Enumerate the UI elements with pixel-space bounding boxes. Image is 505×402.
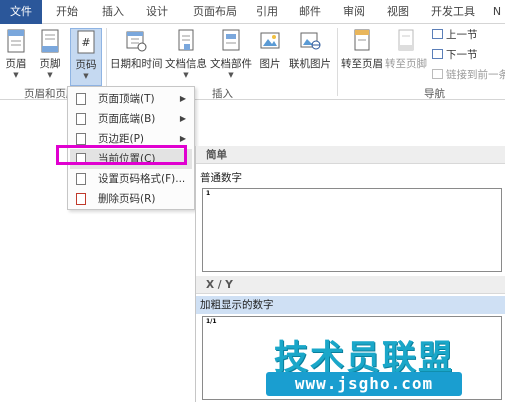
tab-home[interactable]: 开始: [48, 0, 86, 24]
datetime-button[interactable]: 日期和时间: [110, 28, 163, 71]
goto-header-button[interactable]: 转至页眉: [340, 28, 384, 71]
watermark-url: www.jsgho.com: [266, 372, 462, 396]
tab-design[interactable]: 设计: [138, 0, 176, 24]
chevron-down-icon: ▼: [228, 71, 234, 79]
link-previous-button[interactable]: 链接到前一条: [432, 68, 505, 82]
goto-footer-icon: [398, 29, 414, 51]
group-label-insert: 插入: [212, 88, 233, 100]
chevron-right-icon: ▶: [179, 94, 186, 103]
chevron-right-icon: ▶: [179, 114, 186, 123]
annotation-highlight-box: [56, 145, 187, 165]
page-top-icon: [76, 93, 86, 105]
page-bottom-icon: [76, 113, 86, 125]
chevron-down-icon: ▼: [183, 71, 189, 79]
footer-icon: [41, 29, 59, 53]
quick-parts-icon: [222, 29, 240, 51]
chevron-down-icon: ▼: [83, 72, 89, 80]
gallery-section-xy: X / Y: [196, 276, 505, 294]
tab-overflow[interactable]: N: [490, 0, 504, 24]
tab-references[interactable]: 引用: [250, 0, 284, 24]
tab-view[interactable]: 视图: [380, 0, 416, 24]
gallery-item-label: 加粗显示的数字: [196, 296, 505, 314]
goto-footer-button[interactable]: 转至页脚: [384, 28, 428, 71]
page-number-button[interactable]: # 页码 ▼: [70, 28, 102, 86]
tab-page-layout[interactable]: 页面布局: [186, 0, 244, 24]
chevron-down-icon: ▼: [47, 71, 53, 79]
group-label-navigation: 导航: [424, 88, 445, 100]
quick-parts-button[interactable]: 文档部件 ▼: [208, 28, 254, 79]
header-icon: [7, 29, 25, 53]
goto-header-icon: [354, 29, 370, 51]
next-section-icon: [432, 49, 443, 59]
prev-section-button[interactable]: 上一节: [432, 28, 478, 42]
ribbon-tab-bar: 文件 开始 插入 设计 页面布局 引用 邮件 审阅 视图 开发工具 N: [0, 0, 505, 24]
gallery-item-plain-number[interactable]: 1: [202, 188, 502, 272]
document-info-icon: [178, 29, 194, 51]
menu-item-format-page-numbers[interactable]: 设置页码格式(F)...: [70, 169, 192, 189]
gallery-section-simple: 简单: [196, 146, 505, 164]
tab-mailings[interactable]: 邮件: [292, 0, 328, 24]
online-picture-icon: [300, 32, 321, 50]
tab-file[interactable]: 文件: [0, 0, 42, 24]
preview-number: 1/1: [206, 318, 217, 325]
header-button[interactable]: 页眉 ▼: [2, 28, 30, 79]
picture-icon: [260, 32, 280, 49]
next-section-button[interactable]: 下一节: [432, 48, 478, 62]
picture-button[interactable]: 图片: [256, 28, 284, 71]
format-page-numbers-icon: [76, 173, 86, 185]
footer-button[interactable]: 页脚 ▼: [36, 28, 64, 79]
online-picture-button[interactable]: 联机图片: [286, 28, 334, 71]
menu-item-bottom-of-page[interactable]: 页面底端(B) ▶: [70, 109, 192, 129]
remove-page-numbers-icon: [76, 193, 86, 205]
docinfo-button[interactable]: 文档信息 ▼: [164, 28, 208, 79]
gallery-item-label: 普通数字: [200, 172, 242, 184]
calendar-icon: [126, 31, 147, 52]
group-divider: [337, 28, 338, 96]
menu-item-top-of-page[interactable]: 页面顶端(T) ▶: [70, 89, 192, 109]
prev-section-icon: [432, 29, 443, 39]
svg-text:#: #: [81, 36, 90, 49]
menu-item-remove-page-numbers[interactable]: 删除页码(R): [70, 189, 192, 209]
chevron-down-icon: ▼: [13, 71, 19, 79]
tab-insert[interactable]: 插入: [94, 0, 132, 24]
page-number-icon: #: [77, 30, 95, 54]
preview-number: 1: [206, 190, 211, 197]
tab-developer[interactable]: 开发工具: [424, 0, 482, 24]
tab-review[interactable]: 审阅: [336, 0, 372, 24]
link-icon: [432, 69, 443, 79]
page-margins-icon: [76, 133, 86, 145]
